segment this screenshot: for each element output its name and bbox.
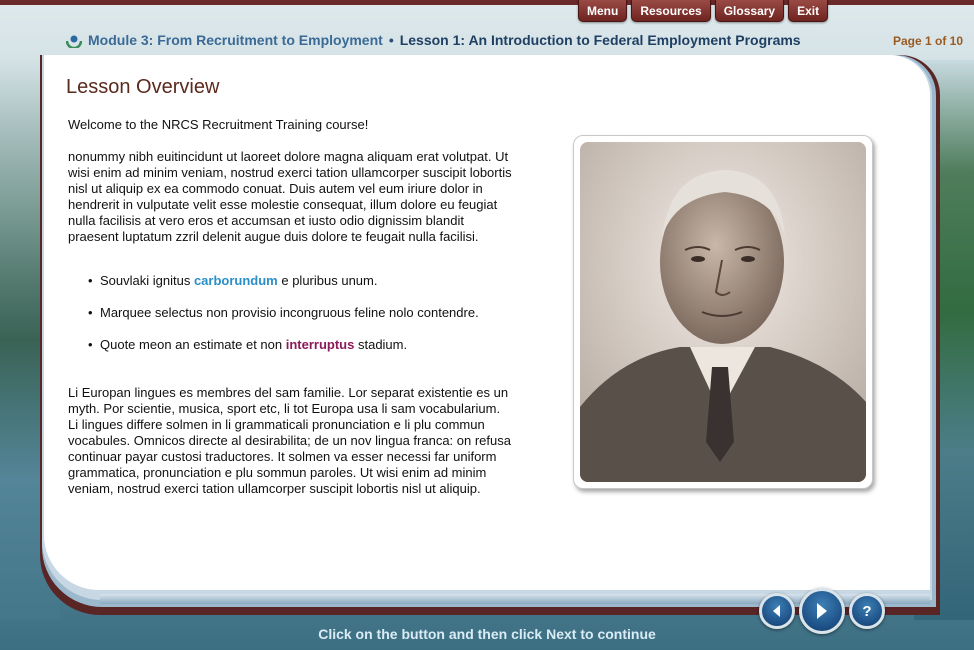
highlighted-term[interactable]: interruptus xyxy=(286,337,355,352)
instruction-text: Click on the button and then click Next … xyxy=(318,626,656,642)
breadcrumb-separator: • xyxy=(388,32,394,48)
list-item: Souvlaki ignitus carborundum e pluribus … xyxy=(88,273,513,289)
breadcrumb-lesson: Lesson 1: An Introduction to Federal Emp… xyxy=(399,32,801,48)
menu-button[interactable]: Menu xyxy=(578,0,628,22)
help-icon: ? xyxy=(862,602,872,620)
glossary-button[interactable]: Glossary xyxy=(714,0,785,22)
body-paragraph: Li Europan lingues es membres del sam fa… xyxy=(68,385,511,496)
page-title: Lesson Overview xyxy=(66,76,220,98)
resources-button[interactable]: Resources xyxy=(631,0,711,22)
exit-button[interactable]: Exit xyxy=(788,0,829,22)
portrait-photo xyxy=(580,142,866,482)
welcome-text: Welcome to the NRCS Recruitment Training… xyxy=(68,117,369,132)
bullet-list: Souvlaki ignitus carborundum e pluribus … xyxy=(88,273,513,353)
help-button[interactable]: ? xyxy=(849,593,885,629)
lesson-content: Welcome to the NRCS Recruitment Training… xyxy=(68,117,513,513)
portrait-frame xyxy=(573,135,873,489)
list-item: Quote meon an estimate et non interruptu… xyxy=(88,337,513,353)
arrow-right-icon xyxy=(817,603,827,619)
back-button[interactable] xyxy=(759,593,795,629)
highlighted-term[interactable]: carborundum xyxy=(194,273,278,288)
breadcrumb-module: Module 3: From Recruitment to Employment xyxy=(88,32,383,48)
page-indicator: Page 1 of 10 xyxy=(893,34,964,48)
top-navigation: Menu Resources Glossary Exit xyxy=(578,0,829,22)
nrcs-logo-icon xyxy=(66,35,82,48)
arrow-left-icon xyxy=(773,605,780,617)
breadcrumb: Module 3: From Recruitment to Employment… xyxy=(66,32,801,48)
list-item: Marquee selectus non provisio incongruou… xyxy=(88,305,513,321)
intro-paragraph: nonummy nibh euitincidunt ut laoreet dol… xyxy=(68,149,512,244)
